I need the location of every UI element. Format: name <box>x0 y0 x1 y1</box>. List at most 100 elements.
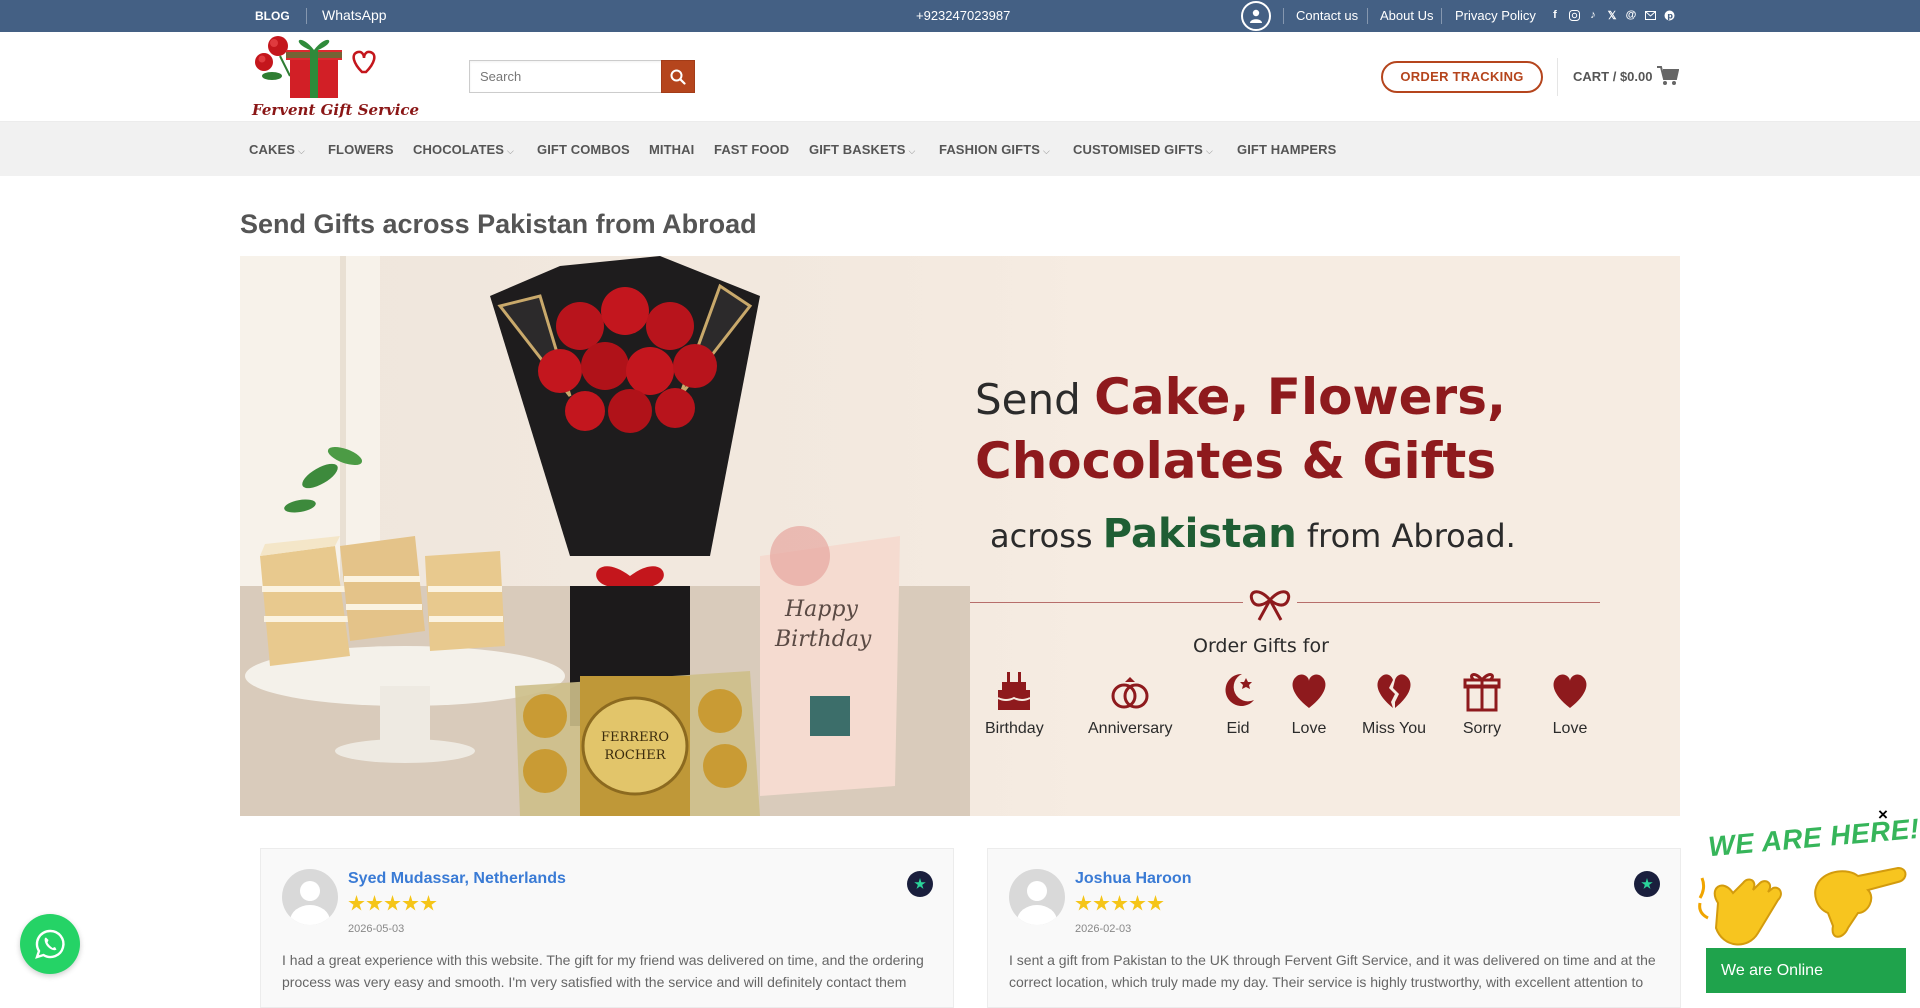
star-icon <box>384 895 401 911</box>
user-icon <box>1250 9 1262 23</box>
tiktok-icon[interactable]: ♪ <box>1586 8 1600 22</box>
occasion-anniversary: Anniversary <box>1088 668 1172 738</box>
hero-banner[interactable]: Happy Birthday FERRERO ROCHER Send Cake,… <box>240 256 1680 816</box>
about-us-link[interactable]: About Us <box>1380 8 1433 23</box>
star-icon <box>1111 895 1128 911</box>
site-header: Fervent Gift Service Search ORDER TRACKI… <box>0 32 1920 122</box>
instagram-icon[interactable] <box>1567 8 1581 22</box>
chevron-down-icon: ⌵ <box>1205 146 1213 156</box>
star-rating <box>1075 895 1164 912</box>
nav-item-gift-hampers[interactable]: GIFT HAMPERS <box>1237 142 1336 157</box>
contact-us-link[interactable]: Contact us <box>1296 8 1358 23</box>
divider <box>1557 58 1558 96</box>
account-button[interactable] <box>1241 1 1271 31</box>
gift-icon <box>1463 673 1501 712</box>
email-icon[interactable] <box>1643 8 1657 22</box>
verified-badge-icon <box>907 871 933 897</box>
review-card: Syed Mudassar, Netherlands 2026-05-03 I … <box>260 848 954 1008</box>
rings-icon <box>1111 677 1149 709</box>
svg-text:FERRERO: FERRERO <box>601 730 669 745</box>
star-icon <box>1075 895 1092 911</box>
avatar <box>282 869 338 925</box>
nav-item-fashion-gifts[interactable]: FASHION GIFTS ⌵ <box>939 142 1050 157</box>
nav-item-chocolates[interactable]: CHOCOLATES ⌵ <box>413 142 514 157</box>
search-icon <box>670 69 686 85</box>
reviewer-name[interactable]: Joshua Haroon <box>1075 870 1191 888</box>
star-icon <box>402 895 419 911</box>
whatsapp-icon <box>35 929 65 959</box>
occasion-birthday: Birthday <box>985 668 1044 738</box>
svg-text:p: p <box>1667 11 1673 20</box>
divider <box>1367 8 1368 24</box>
review-date: 2026-02-03 <box>1075 923 1132 935</box>
cake-icon <box>997 672 1031 710</box>
logo-text: Fervent Gift Service <box>252 101 420 119</box>
avatar <box>1009 869 1065 925</box>
star-icon <box>420 895 437 911</box>
occasion-eid: Eid <box>1218 668 1258 738</box>
review-text: I sent a gift from Pakistan to the UK th… <box>1009 952 1656 990</box>
cart-link[interactable]: CART / $0.00 <box>1573 69 1652 84</box>
main-nav: CAKES ⌵ FLOWERS CHOCOLATES ⌵ GIFT COMBOS M… <box>0 122 1920 176</box>
svg-text:ROCHER: ROCHER <box>604 748 666 763</box>
heart-icon <box>1292 674 1326 708</box>
svg-text:Birthday: Birthday <box>774 627 872 652</box>
banner-headline-1: Send Cake, Flowers, <box>975 368 1506 426</box>
divider <box>1441 8 1442 24</box>
top-bar: BLOG WhatsApp +923247023987 Contact us A… <box>0 0 1920 32</box>
nav-item-fast-food[interactable]: FAST FOOD <box>714 142 789 157</box>
occasion-love: Love <box>1289 668 1329 738</box>
occasion-love: Love <box>1550 668 1590 738</box>
banner-headline-2: Chocolates & Gifts <box>975 432 1497 490</box>
star-icon <box>1129 895 1146 911</box>
review-card: Joshua Haroon 2026-02-03 I sent a gift f… <box>987 848 1681 1008</box>
star-icon <box>366 895 383 911</box>
x-icon[interactable]: 𝕏 <box>1605 8 1619 22</box>
widget-headline: WE ARE HERE! <box>1707 812 1920 863</box>
nav-item-cakes[interactable]: CAKES ⌵ <box>249 142 305 157</box>
star-rating <box>348 895 437 912</box>
banner-photo: Happy Birthday FERRERO ROCHER <box>240 256 970 816</box>
chevron-down-icon: ⌵ <box>298 146 305 156</box>
privacy-policy-link[interactable]: Privacy Policy <box>1455 8 1536 23</box>
pinterest-icon[interactable]: p <box>1662 8 1676 22</box>
nav-item-gift-combos[interactable]: GIFT COMBOS <box>537 142 630 157</box>
search-button[interactable] <box>661 60 695 93</box>
nav-item-mithai[interactable]: MITHAI <box>649 142 694 157</box>
bow-icon <box>1243 582 1297 622</box>
occasion-sorry: Sorry <box>1462 668 1502 738</box>
chevron-down-icon: ⌵ <box>908 146 916 156</box>
search-input[interactable]: Search <box>469 60 662 93</box>
card-text: Happy <box>784 597 858 622</box>
phone-number[interactable]: +923247023987 <box>916 8 1010 23</box>
nav-item-flowers[interactable]: FLOWERS <box>328 142 394 157</box>
review-text: I had a great experience with this websi… <box>282 952 924 990</box>
order-tracking-button[interactable]: ORDER TRACKING <box>1381 61 1543 93</box>
waving-hands-icon <box>1698 866 1907 946</box>
broken-heart-icon <box>1377 674 1411 708</box>
whatsapp-chat-button[interactable] <box>20 914 80 974</box>
crescent-icon <box>1225 673 1254 706</box>
verified-badge-icon <box>1634 871 1660 897</box>
divider <box>306 8 307 24</box>
nav-item-gift-baskets[interactable]: GIFT BASKETS ⌵ <box>809 142 915 157</box>
banner-headline-3: across Pakistan from Abroad. <box>990 511 1516 557</box>
threads-icon[interactable]: @ <box>1624 8 1638 22</box>
chevron-down-icon: ⌵ <box>507 146 514 156</box>
star-icon <box>1093 895 1110 911</box>
reviewer-name[interactable]: Syed Mudassar, Netherlands <box>348 870 566 888</box>
whatsapp-link[interactable]: WhatsApp <box>322 7 387 23</box>
nav-item-customised-gifts[interactable]: CUSTOMISED GIFTS ⌵ <box>1073 142 1213 157</box>
divider <box>1283 8 1284 24</box>
blog-link[interactable]: BLOG <box>255 9 290 23</box>
cart-icon[interactable] <box>1657 66 1679 86</box>
review-date: 2026-05-03 <box>348 923 405 935</box>
order-gifts-for: Order Gifts for <box>1193 635 1329 657</box>
facebook-icon[interactable]: f <box>1548 8 1562 22</box>
occasion-miss-you: Miss You <box>1362 668 1426 738</box>
chat-status-button[interactable]: We are Online <box>1706 948 1906 993</box>
page-title: Send Gifts across Pakistan from Abroad <box>240 209 757 239</box>
star-icon <box>348 895 365 911</box>
chevron-down-icon: ⌵ <box>1042 146 1050 156</box>
heart-icon <box>1553 674 1587 708</box>
